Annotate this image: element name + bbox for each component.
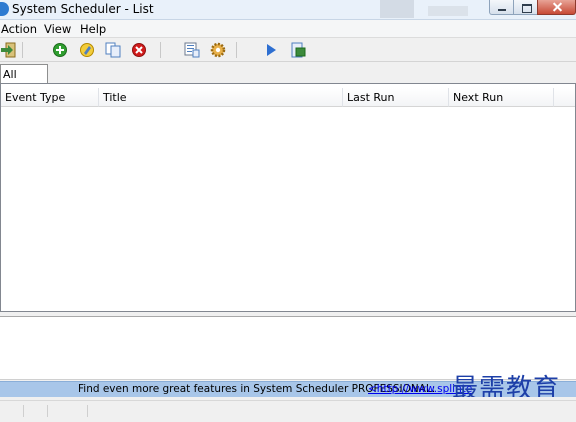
column-header-filler [554, 88, 575, 107]
column-header-title[interactable]: Title [99, 88, 343, 107]
column-header-label: Last Run [347, 91, 395, 104]
run-now-button[interactable] [263, 42, 279, 58]
menu-help[interactable]: Help [80, 22, 106, 36]
status-panel [24, 405, 48, 417]
delete-event-icon [132, 43, 146, 57]
settings-gear-icon [210, 42, 226, 58]
title-bar: System Scheduler - List [0, 0, 576, 20]
event-log-icon [184, 42, 200, 58]
edit-event-icon [80, 43, 94, 57]
add-event-button[interactable] [52, 42, 68, 58]
toolbar-separator [160, 42, 161, 58]
column-header-last-run[interactable]: Last Run [343, 88, 449, 107]
menu-bar: Action View Help [0, 20, 576, 38]
status-divider [0, 400, 576, 401]
tab-all-events[interactable]: All Events [0, 64, 48, 94]
event-detail-pane [0, 316, 576, 380]
maximize-button[interactable] [513, 0, 538, 15]
toolbar [0, 38, 576, 62]
menu-view[interactable]: View [44, 22, 71, 36]
event-list[interactable]: Event Type Title Last Run Next Run [0, 83, 576, 312]
status-panel [48, 405, 88, 417]
column-header-label: Next Run [453, 91, 504, 104]
column-header-next-run[interactable]: Next Run [449, 88, 554, 107]
column-header-event-type[interactable]: Event Type [1, 88, 99, 107]
status-bar [0, 397, 576, 422]
background-window-fragment [380, 0, 414, 18]
copy-event-icon [105, 42, 121, 58]
toolbar-separator [22, 42, 23, 58]
menu-action[interactable]: Action [1, 22, 37, 36]
delete-event-button[interactable] [131, 42, 147, 58]
export-icon [291, 42, 306, 58]
exit-button[interactable] [0, 42, 16, 58]
tab-strip: All Events [0, 62, 576, 94]
app-icon [0, 2, 9, 16]
window-title: System Scheduler - List [12, 2, 154, 16]
background-window-fragment [428, 6, 468, 16]
edit-event-button[interactable] [79, 42, 95, 58]
minimize-button[interactable] [489, 0, 514, 15]
run-now-icon [267, 44, 276, 56]
close-button[interactable] [537, 0, 576, 15]
event-list-body[interactable] [1, 107, 575, 311]
copy-event-button[interactable] [105, 42, 121, 58]
status-panel [0, 405, 24, 417]
add-event-icon [53, 43, 67, 57]
toolbar-separator [236, 42, 237, 58]
exit-icon [1, 42, 16, 58]
event-log-button[interactable] [184, 42, 200, 58]
export-button[interactable] [290, 42, 306, 58]
column-header-label: Event Type [5, 91, 66, 104]
settings-button[interactable] [210, 42, 226, 58]
column-header-label: Title [103, 91, 127, 104]
